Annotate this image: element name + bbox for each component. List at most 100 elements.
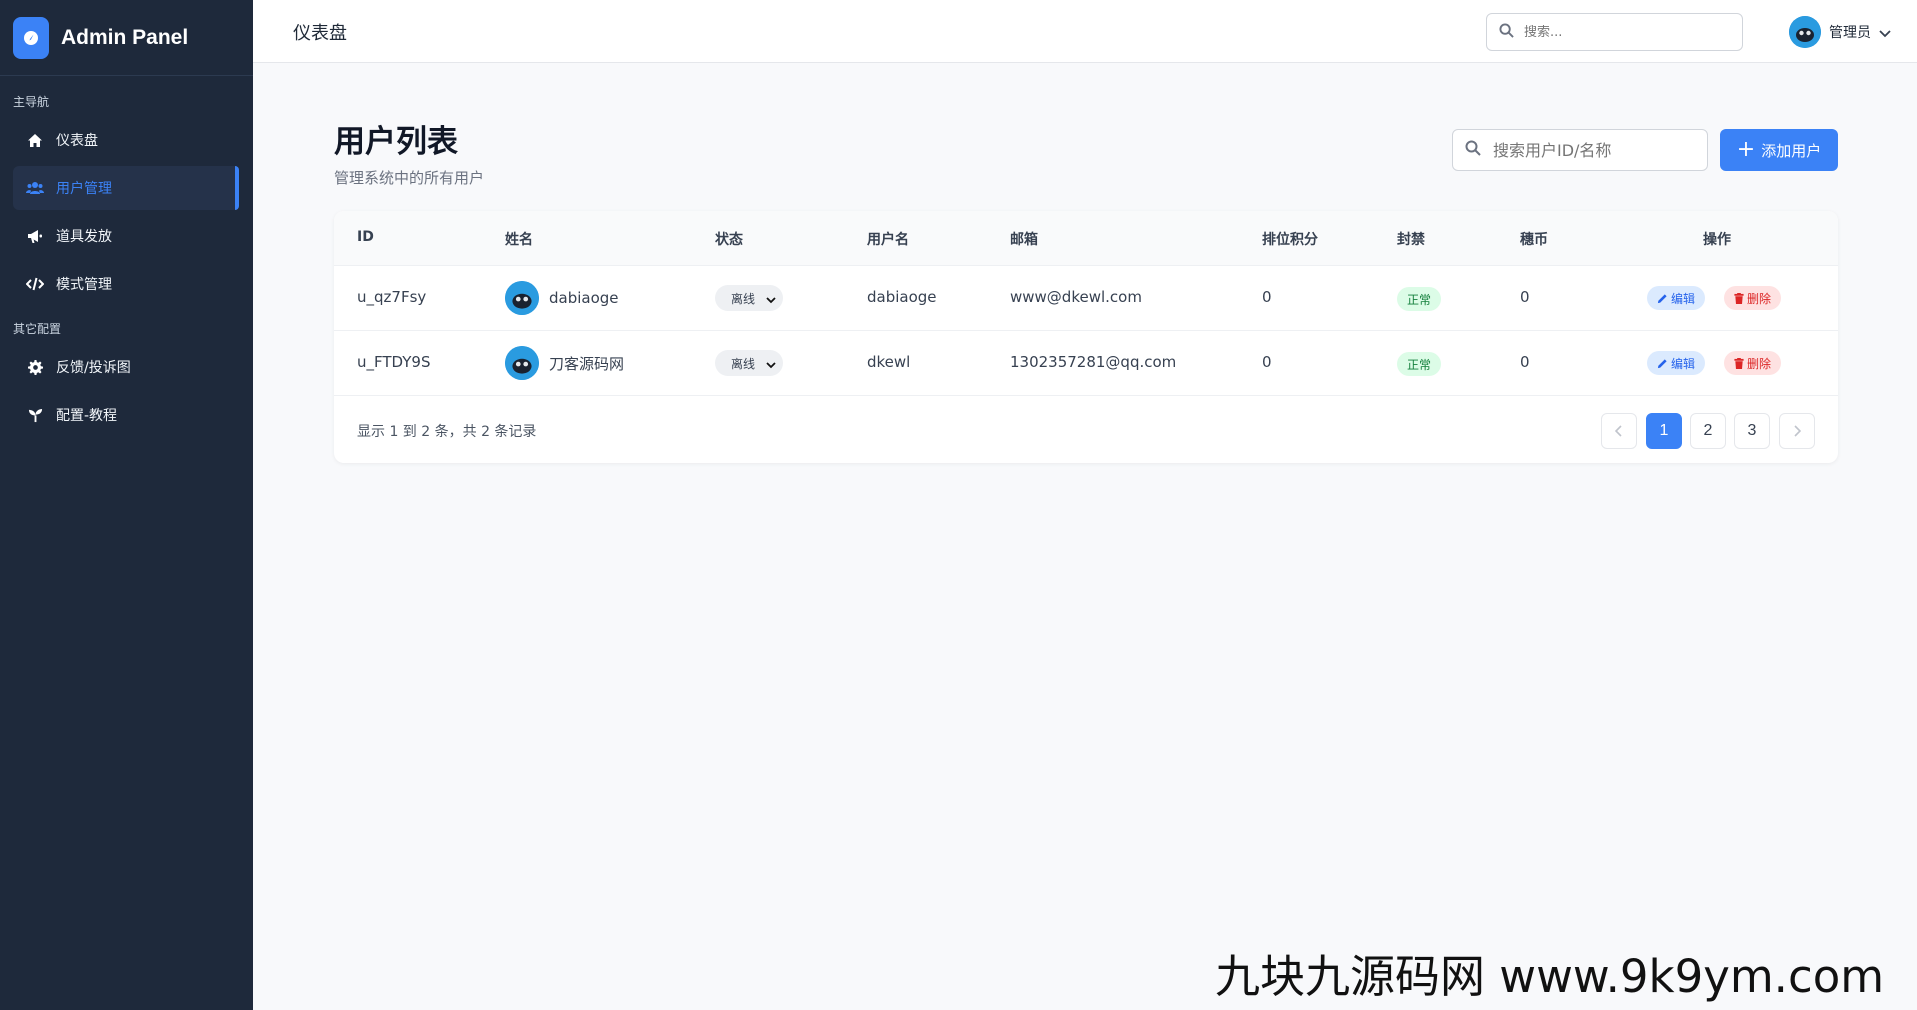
cell-rank: 0	[1262, 353, 1272, 371]
avatar	[505, 346, 539, 380]
plus-icon: +	[1736, 137, 1756, 162]
page-button[interactable]: 1	[1646, 413, 1682, 449]
cell-email: www@dkewl.com	[1010, 288, 1142, 306]
cell-name: dabiaoge	[505, 281, 619, 315]
user-search[interactable]	[1452, 129, 1708, 171]
page-subtitle: 管理系统中的所有用户	[334, 169, 485, 187]
col-username[interactable]: 用户名	[867, 229, 909, 249]
delete-button[interactable]: 删除	[1724, 286, 1782, 310]
table-row: u_qz7Fsy dabiaoge 离线 dabiaoge www@dkewl.…	[334, 265, 1838, 330]
avatar	[1789, 16, 1821, 48]
add-user-button[interactable]: + 添加用户	[1720, 129, 1838, 171]
ban-status-badge: 正常	[1397, 287, 1442, 311]
watermark: 九块九源码网 www.9k9ym.com	[1215, 950, 1885, 1003]
sidebar-item-label: 反馈/投诉图	[56, 360, 131, 376]
sidebar-item-dashboard[interactable]: 仪表盘	[13, 118, 239, 162]
chevron-down-icon	[766, 293, 776, 307]
seedling-icon	[26, 406, 44, 424]
col-rank[interactable]: 排位积分	[1262, 229, 1318, 249]
sidebar-item-label: 模式管理	[56, 277, 112, 293]
sidebar-item-users[interactable]: 用户管理	[13, 166, 239, 210]
nav-section-other: 其它配置	[13, 322, 62, 336]
delete-button[interactable]: 删除	[1724, 351, 1782, 375]
gear-icon	[26, 358, 44, 376]
edit-label: 编辑	[1671, 291, 1696, 306]
home-icon	[26, 131, 44, 149]
pencil-icon	[1657, 293, 1667, 303]
cell-name: 刀客源码网	[505, 346, 624, 380]
col-ban[interactable]: 封禁	[1397, 229, 1425, 249]
status-value: 离线	[731, 356, 756, 371]
sidebar-item-label: 用户管理	[56, 181, 112, 197]
chevron-right-icon	[1794, 425, 1801, 437]
edit-label: 编辑	[1671, 356, 1696, 371]
cell-coins: 0	[1520, 353, 1530, 371]
status-select[interactable]: 离线	[715, 350, 783, 376]
status-value: 离线	[731, 291, 756, 306]
cell-rank: 0	[1262, 288, 1272, 306]
table-footer: 显示 1 到 2 条，共 2 条记录 1 2 3	[334, 395, 1838, 463]
ban-status-badge: 正常	[1397, 352, 1442, 376]
next-page-button[interactable]	[1779, 413, 1815, 449]
cell-username: dabiaoge	[867, 288, 937, 306]
chevron-down-icon	[1879, 23, 1891, 42]
search-icon	[1465, 140, 1481, 160]
sidebar-item-tutorial[interactable]: 配置-教程	[13, 393, 239, 437]
table-header: ID 姓名 状态 用户名 邮箱 排位积分 封禁 穗币 操作	[334, 211, 1838, 265]
prev-page-button[interactable]	[1601, 413, 1637, 449]
page-button[interactable]: 3	[1734, 413, 1770, 449]
sidebar-item-feedback[interactable]: 反馈/投诉图	[13, 345, 239, 389]
cell-coins: 0	[1520, 288, 1530, 306]
logo-icon	[13, 16, 49, 59]
edit-button[interactable]: 编辑	[1647, 286, 1706, 310]
col-coins[interactable]: 穗币	[1520, 229, 1548, 249]
cell-email: 1302357281@qq.com	[1010, 353, 1177, 371]
sidebar-item-modes[interactable]: 模式管理	[13, 262, 239, 306]
users-icon	[26, 179, 44, 197]
user-table-card: ID 姓名 状态 用户名 邮箱 排位积分 封禁 穗币 操作 u_qz7Fsy d…	[334, 211, 1838, 463]
trash-icon	[1734, 292, 1744, 304]
cell-id: u_qz7Fsy	[357, 288, 427, 306]
cell-username: dkewl	[867, 353, 911, 371]
user-menu[interactable]: 管理员	[1789, 16, 1891, 48]
table-row: u_FTDY9S 刀客源码网 离线 dkewl 1302357281@qq.co…	[334, 330, 1838, 395]
add-user-label: 添加用户	[1761, 141, 1822, 160]
megaphone-icon	[26, 227, 44, 245]
brand[interactable]: Admin Panel	[0, 0, 253, 76]
user-display-name: dabiaoge	[549, 289, 619, 307]
user-search-input[interactable]	[1493, 140, 1693, 160]
page-title: 用户列表	[334, 124, 458, 160]
cell-id: u_FTDY9S	[357, 353, 431, 371]
col-id[interactable]: ID	[357, 229, 374, 245]
global-search[interactable]	[1486, 13, 1743, 51]
pencil-icon	[1657, 358, 1667, 368]
delete-label: 删除	[1747, 356, 1772, 371]
code-icon	[26, 275, 44, 293]
status-select[interactable]: 离线	[715, 285, 783, 311]
sidebar-item-label: 仪表盘	[56, 133, 98, 149]
topbar: 仪表盘 管理员	[253, 0, 1917, 63]
chevron-down-icon	[766, 358, 776, 372]
search-icon	[1499, 22, 1514, 42]
brand-title: Admin Panel	[61, 25, 189, 49]
nav-section-main: 主导航	[13, 95, 50, 109]
delete-label: 删除	[1747, 291, 1772, 306]
topbar-title: 仪表盘	[293, 23, 347, 44]
sidebar: Admin Panel 主导航 仪表盘 用户管理 道具发放 模式管理 其它配置 …	[0, 0, 253, 1010]
user-display-name: 刀客源码网	[549, 354, 625, 373]
avatar	[505, 281, 539, 315]
global-search-input[interactable]	[1524, 24, 1724, 40]
chevron-left-icon	[1615, 425, 1622, 437]
trash-icon	[1734, 357, 1744, 369]
sidebar-item-label: 道具发放	[56, 229, 112, 245]
user-name: 管理员	[1829, 25, 1871, 41]
sidebar-item-items[interactable]: 道具发放	[13, 214, 239, 258]
pagination-info: 显示 1 到 2 条，共 2 条记录	[357, 424, 537, 440]
col-name[interactable]: 姓名	[505, 229, 533, 249]
edit-button[interactable]: 编辑	[1647, 351, 1706, 375]
page-button[interactable]: 2	[1690, 413, 1726, 449]
col-status[interactable]: 状态	[715, 229, 743, 249]
sidebar-item-label: 配置-教程	[56, 408, 118, 424]
col-email[interactable]: 邮箱	[1010, 229, 1038, 249]
col-actions: 操作	[1703, 232, 1731, 248]
